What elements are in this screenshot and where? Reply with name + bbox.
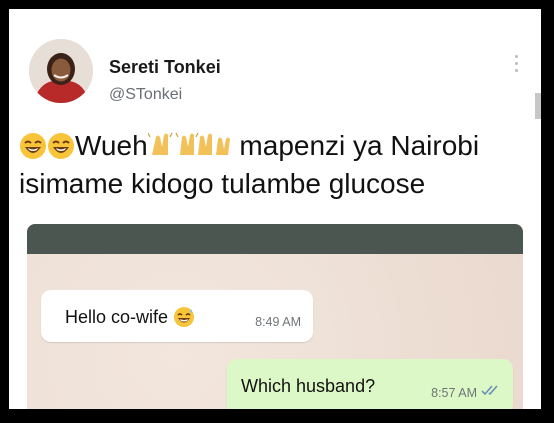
outgoing-message-bubble: Which husband? 8:57 AM (227, 359, 513, 409)
incoming-message-time: 8:49 AM (255, 315, 301, 329)
scrollbar[interactable] (535, 93, 541, 119)
tweet-text-line2: isimame kidogo tulambe glucose (19, 168, 426, 199)
double-check-icon (481, 385, 498, 396)
tweet-card: Sereti Tonkei @STonkei Wueh mapenzi ya N… (9, 9, 541, 409)
chat-background: Hello co-wife 8:49 AM Which husband? 8:5… (27, 254, 523, 409)
laughing-emoji-icon (20, 133, 74, 159)
profile-photo-icon (29, 39, 93, 103)
outgoing-message-time: 8:57 AM (431, 386, 477, 400)
author-handle[interactable]: @STonkei (109, 86, 182, 104)
avatar[interactable] (29, 39, 93, 103)
chat-screenshot: Hello co-wife 8:49 AM Which husband? 8:5… (27, 224, 523, 409)
incoming-message-bubble: Hello co-wife 8:49 AM (41, 290, 313, 342)
outgoing-message-text: Which husband? (241, 376, 376, 396)
incoming-message-text: Hello co-wife (65, 306, 195, 328)
grinning-sweat-emoji-icon (174, 307, 195, 327)
more-options-icon[interactable] (513, 55, 519, 72)
tweet-text-part1: Wueh (75, 130, 148, 161)
author-name[interactable]: Sereti Tonkei (109, 57, 221, 78)
tweet-text: Wueh mapenzi ya Nairobi isimame kidogo t… (19, 127, 534, 203)
raised-hands-emoji-icon (147, 132, 230, 155)
tweet-text-part2: mapenzi ya Nairobi (231, 130, 480, 161)
chat-header-bar (27, 224, 523, 254)
